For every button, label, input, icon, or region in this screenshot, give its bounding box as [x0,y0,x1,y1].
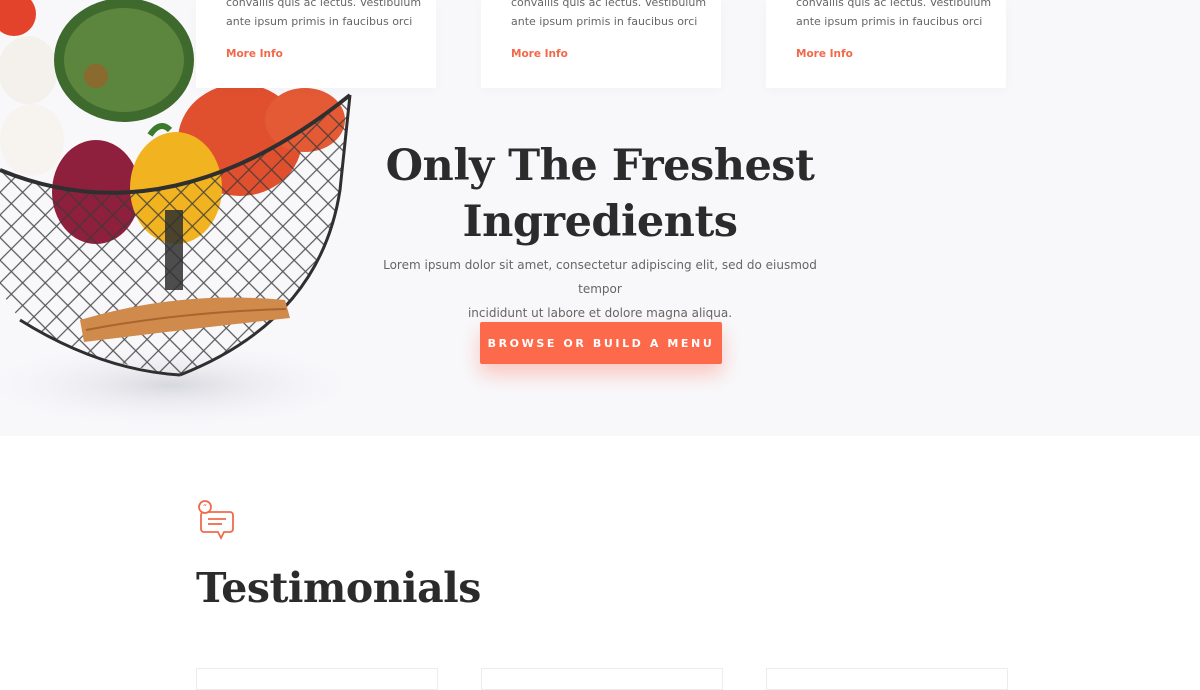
service-card-line: ante ipsum primis in faucibus orci [226,15,413,28]
service-card-text: convallis quis ac lectus. Vestibulum ant… [796,0,996,31]
service-card-text: convallis quis ac lectus. Vestibulum ant… [511,0,711,31]
testimonial-card [196,668,438,690]
hero-title-line: Ingredients [462,197,738,247]
hero-section: convallis quis ac lectus. Vestibulum ant… [0,0,1200,436]
service-card-line: convallis quis ac lectus. Vestibulum [511,0,707,9]
service-card: convallis quis ac lectus. Vestibulum ant… [481,0,721,88]
hero-description-line: Lorem ipsum dolor sit amet, consectetur … [383,258,817,296]
testimonials-title: Testimonials [196,564,481,612]
hero-title-line: Only The Freshest [385,141,815,191]
service-card-line: ante ipsum primis in faucibus orci [796,15,983,28]
hero-title: Only The Freshest Ingredients [380,138,820,250]
service-card: convallis quis ac lectus. Vestibulum ant… [766,0,1006,88]
service-card-text: convallis quis ac lectus. Vestibulum ant… [226,0,426,31]
service-card-line: convallis quis ac lectus. Vestibulum [796,0,992,9]
service-card-line: convallis quis ac lectus. Vestibulum [226,0,422,9]
testimonial-card [766,668,1008,690]
svg-text:“: “ [203,503,207,512]
more-info-link[interactable]: More Info [511,48,568,60]
service-card-line: ante ipsum primis in faucibus orci [511,15,698,28]
more-info-link[interactable]: More Info [796,48,853,60]
hero-description: Lorem ipsum dolor sit amet, consectetur … [360,253,840,325]
speech-bubble-icon: “ [198,500,234,540]
more-info-link[interactable]: More Info [226,48,283,60]
browse-menu-button[interactable]: BROWSE OR BUILD A MENU [480,322,722,364]
service-card: convallis quis ac lectus. Vestibulum ant… [196,0,436,88]
testimonial-card [481,668,723,690]
